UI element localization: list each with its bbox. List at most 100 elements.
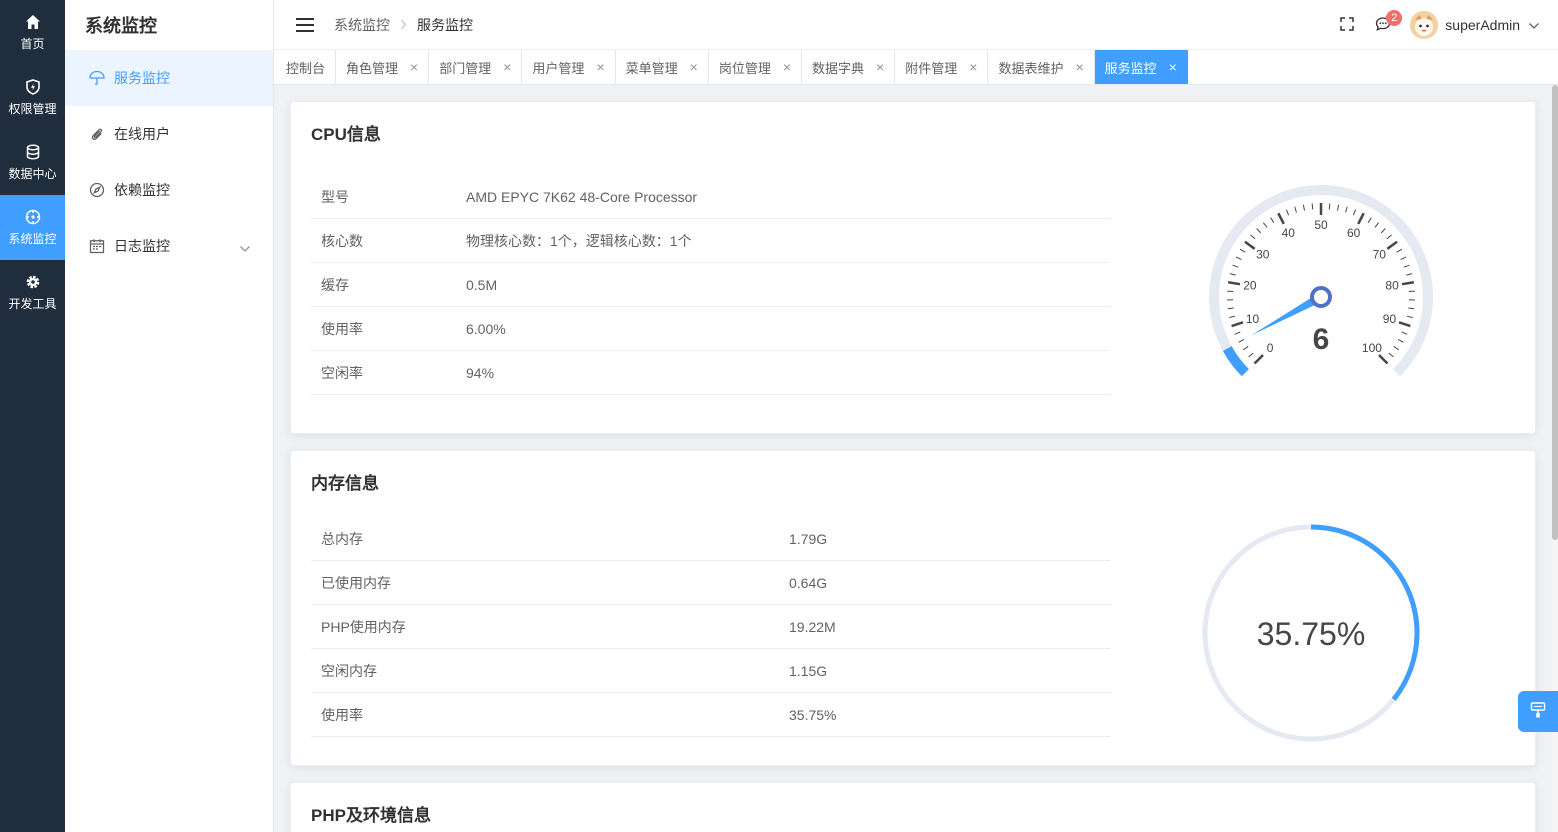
close-icon[interactable]: × xyxy=(596,59,604,75)
compass-icon xyxy=(89,182,105,198)
row-value: 35.75% xyxy=(789,706,837,723)
tag-dict[interactable]: 数据字典 × xyxy=(802,50,896,84)
gauge-tick xyxy=(1231,321,1244,328)
username[interactable]: superAdmin xyxy=(1445,17,1520,33)
gauge-tick xyxy=(1378,354,1389,365)
row-key: 使用率 xyxy=(321,706,363,723)
close-icon[interactable]: × xyxy=(876,59,884,75)
gauge-tick xyxy=(1380,228,1386,234)
gauge-tick-label: 100 xyxy=(1362,341,1382,355)
fullscreen-button[interactable] xyxy=(1332,10,1362,40)
submenu-item-label: 服务监控 xyxy=(114,70,170,86)
tag-menu-manage[interactable]: 菜单管理 × xyxy=(616,50,709,84)
table-row: 型号 AMD EPYC 7K62 48-Core Processor xyxy=(311,175,1110,219)
shield-icon xyxy=(24,78,42,96)
gauge-tick xyxy=(1277,212,1285,225)
close-icon[interactable]: × xyxy=(503,59,511,75)
gear-icon xyxy=(24,273,42,291)
gauge-tick xyxy=(1229,273,1236,276)
tag-table-maintain[interactable]: 数据表维护 × xyxy=(988,50,1095,84)
gauge-tick xyxy=(1408,307,1415,310)
tag-attachment[interactable]: 附件管理 × xyxy=(895,50,989,84)
submenu-item-service-monitor[interactable]: 服务监控 xyxy=(65,50,273,106)
gauge-tick-label: 80 xyxy=(1385,279,1399,293)
gauge-tick xyxy=(1285,209,1290,216)
gauge-tick xyxy=(1235,256,1242,260)
memory-card-title: 内存信息 xyxy=(311,474,379,493)
gauge-tick xyxy=(1242,346,1249,351)
cpu-gauge: 0 10 20 30 40 50 60 70 80 90 100 6 xyxy=(1209,185,1433,377)
main-content: CPU信息 型号 AMD EPYC 7K62 48-Core Processor … xyxy=(274,85,1552,832)
tag-label: 数据表维护 xyxy=(998,60,1064,76)
rail-item-home[interactable]: 首页 xyxy=(0,0,65,65)
rail-item-permission[interactable]: 权限管理 xyxy=(0,65,65,130)
tag-dept-manage[interactable]: 部门管理 × xyxy=(429,50,523,84)
gauge-tick xyxy=(1302,204,1306,211)
tag-label: 控制台 xyxy=(286,60,326,76)
close-icon[interactable]: × xyxy=(410,59,418,75)
submenu-title: 系统监控 xyxy=(85,16,157,36)
close-icon[interactable]: × xyxy=(690,59,698,75)
chevron-down-icon xyxy=(239,240,251,256)
gauge-tick xyxy=(1244,240,1256,250)
top-header: 系统监控 服务监控 2 superAdmin xyxy=(274,0,1558,50)
tag-service-monitor[interactable]: 服务监控 × xyxy=(1094,50,1188,84)
gauge-tick-label: 50 xyxy=(1314,218,1328,232)
home-icon xyxy=(24,13,42,31)
menu-toggle-button[interactable] xyxy=(296,17,314,32)
submenu-item-online-users[interactable]: 在线用户 xyxy=(65,106,273,162)
avatar[interactable] xyxy=(1410,11,1439,39)
notification-button[interactable]: 2 xyxy=(1368,10,1403,40)
rail-item-system-monitor[interactable]: 系统监控 xyxy=(0,195,65,260)
close-icon[interactable]: × xyxy=(783,59,791,75)
gauge-tick xyxy=(1311,203,1314,210)
close-icon[interactable]: × xyxy=(969,59,977,75)
scrollbar-thumb[interactable] xyxy=(1552,85,1558,540)
gauge-tick xyxy=(1262,222,1268,228)
close-icon[interactable]: × xyxy=(1075,59,1083,75)
tag-user-manage[interactable]: 用户管理 × xyxy=(522,50,616,84)
rail-item-data-center[interactable]: 数据中心 xyxy=(0,130,65,195)
tag-dashboard[interactable]: 控制台 xyxy=(276,50,337,84)
settings-float-button[interactable] xyxy=(1518,691,1558,732)
tag-label: 部门管理 xyxy=(439,60,492,76)
paperclip-icon xyxy=(89,126,105,142)
row-value: 0.64G xyxy=(789,574,828,591)
tags-view: 控制台 角色管理 × 部门管理 × 用户管理 × 菜单管理 × 岗位管理 × 数据字典 × … xyxy=(274,50,1558,85)
fullscreen-icon xyxy=(1340,16,1355,34)
table-row: 空闲率 94% xyxy=(311,351,1110,395)
gauge-tick xyxy=(1253,354,1264,365)
table-row: 空闲内存 1.15G xyxy=(311,649,1110,693)
rail-item-label: 权限管理 xyxy=(8,102,57,116)
tag-post-manage[interactable]: 岗位管理 × xyxy=(709,50,803,84)
gauge-tick xyxy=(1270,217,1275,223)
row-value: 0.5M xyxy=(466,276,498,293)
gauge-tick xyxy=(1232,264,1239,268)
gauge-tick xyxy=(1345,206,1348,213)
gauge-tick xyxy=(1239,248,1246,253)
tag-label: 服务监控 xyxy=(1104,60,1157,76)
gauge-tick xyxy=(1248,352,1254,358)
rail-item-label: 首页 xyxy=(20,37,45,51)
table-row: 使用率 35.75% xyxy=(311,693,1110,737)
table-row: 核心数 物理核心数：1个，逻辑核心数：1个 xyxy=(311,219,1110,263)
gauge-tick xyxy=(1398,321,1411,328)
rail-item-dev-tools[interactable]: 开发工具 xyxy=(0,260,65,325)
gauge-tick xyxy=(1401,281,1415,286)
memory-usage-ring: 35.75% xyxy=(1202,524,1420,742)
chevron-down-icon[interactable] xyxy=(1528,17,1540,33)
submenu-item-dependency-monitor[interactable]: 依赖监控 xyxy=(65,162,273,218)
breadcrumb-item[interactable]: 系统监控 xyxy=(334,15,390,35)
gauge-tick-label: 40 xyxy=(1282,226,1296,240)
row-value: 1.79G xyxy=(789,530,828,547)
table-row: 已使用内存 0.64G xyxy=(311,561,1110,605)
submenu-item-log-monitor[interactable]: 日志监控 xyxy=(65,218,273,274)
tag-role-manage[interactable]: 角色管理 × xyxy=(336,50,430,84)
tag-label: 岗位管理 xyxy=(718,60,771,76)
submenu-item-label: 依赖监控 xyxy=(114,182,170,198)
gauge-tick xyxy=(1229,315,1236,318)
submenu-item-label: 在线用户 xyxy=(114,126,170,142)
row-key: 型号 xyxy=(321,188,349,205)
gauge-pointer-anchor xyxy=(1310,286,1332,308)
close-icon[interactable]: × xyxy=(1169,59,1177,75)
